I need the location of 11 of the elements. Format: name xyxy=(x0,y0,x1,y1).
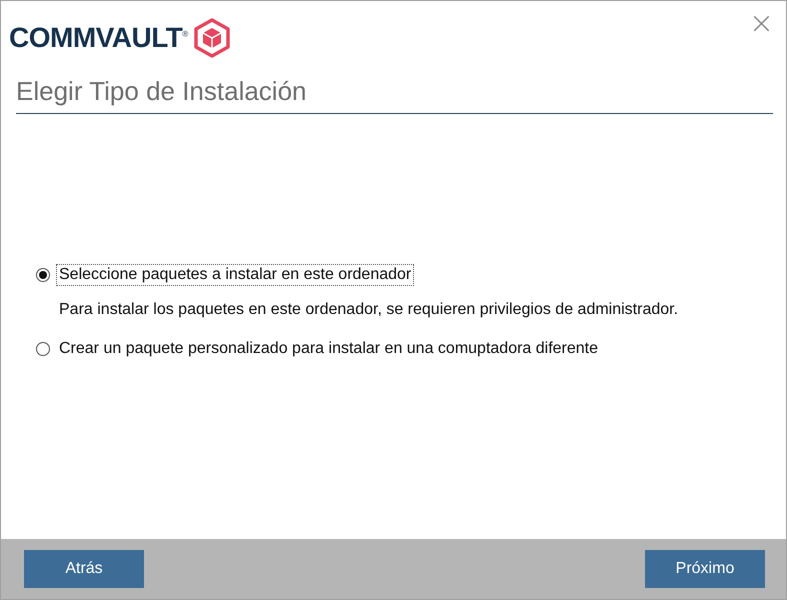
close-button[interactable]: × xyxy=(746,9,776,39)
option-label[interactable]: Seleccione paquetes a instalar en este ordenador xyxy=(56,264,414,286)
option-label[interactable]: Crear un paquete personalizado para instalar en una comuptadora diferente xyxy=(56,338,602,360)
option-description: Para instalar los paquetes en este ordenador, se requieren privilegios de administrador. xyxy=(59,301,680,319)
logo-text: COMMVAULT$^{®}$ xyxy=(9,22,188,54)
radio-button[interactable] xyxy=(36,268,50,282)
back-button[interactable]: Atrás xyxy=(24,550,144,588)
next-button[interactable]: Próximo xyxy=(645,550,765,588)
cube-logo-icon xyxy=(194,18,230,58)
radio-button[interactable] xyxy=(36,342,50,356)
page-title: Elegir Tipo de Instalación xyxy=(16,73,773,114)
